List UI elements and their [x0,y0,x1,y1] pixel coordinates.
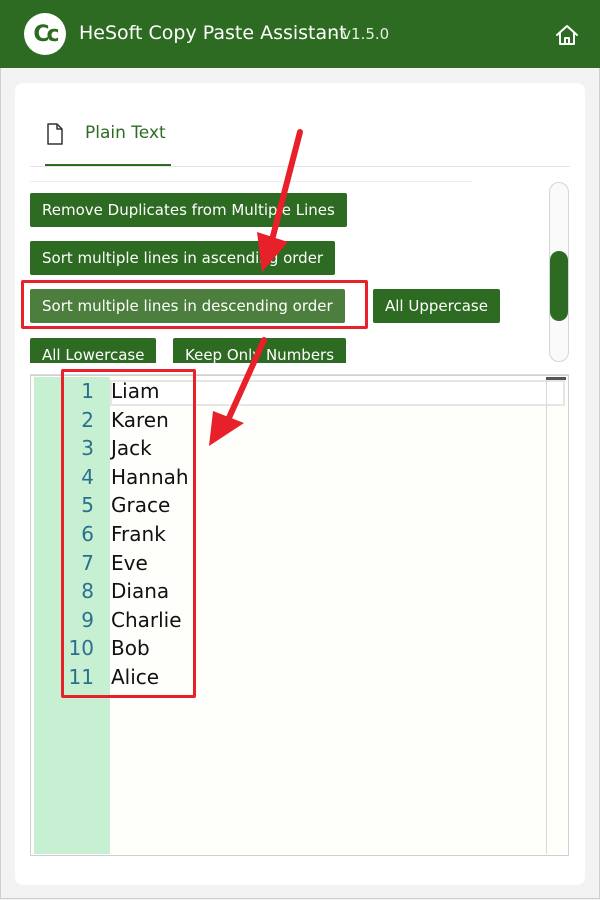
tab-plain-text[interactable] [46,121,64,147]
app-title: HeSoft Copy Paste Assistant [79,22,347,44]
all-lowercase-button[interactable]: All Lowercase [30,338,157,363]
tab-divider [30,166,570,167]
app-version: - v1.5.0 [332,25,390,43]
app-logo-text: Cc [33,21,59,47]
button-row-clipped: All Lowercase Keep Only Numbers [28,338,548,363]
document-icon [47,123,63,145]
sort-ascending-button[interactable]: Sort multiple lines in ascending order [30,241,336,275]
app-logo: Cc [24,13,66,55]
editor-corner-mark [546,377,566,380]
all-uppercase-button[interactable]: All Uppercase [373,289,500,323]
divider [30,181,472,182]
title-bar: Cc HeSoft Copy Paste Assistant - v1.5.0 [0,0,600,68]
annotation-lines-box [61,369,196,698]
home-button[interactable] [554,22,580,48]
keep-only-numbers-button[interactable]: Keep Only Numbers [173,338,347,363]
remove-duplicates-button[interactable]: Remove Duplicates from Multiple Lines [30,193,347,227]
home-icon [556,25,578,45]
scrollbar-thumb[interactable] [550,251,568,321]
tab-label[interactable]: Plain Text [85,123,166,143]
annotation-highlight-box [21,280,368,329]
editor-column-guide [546,377,547,854]
